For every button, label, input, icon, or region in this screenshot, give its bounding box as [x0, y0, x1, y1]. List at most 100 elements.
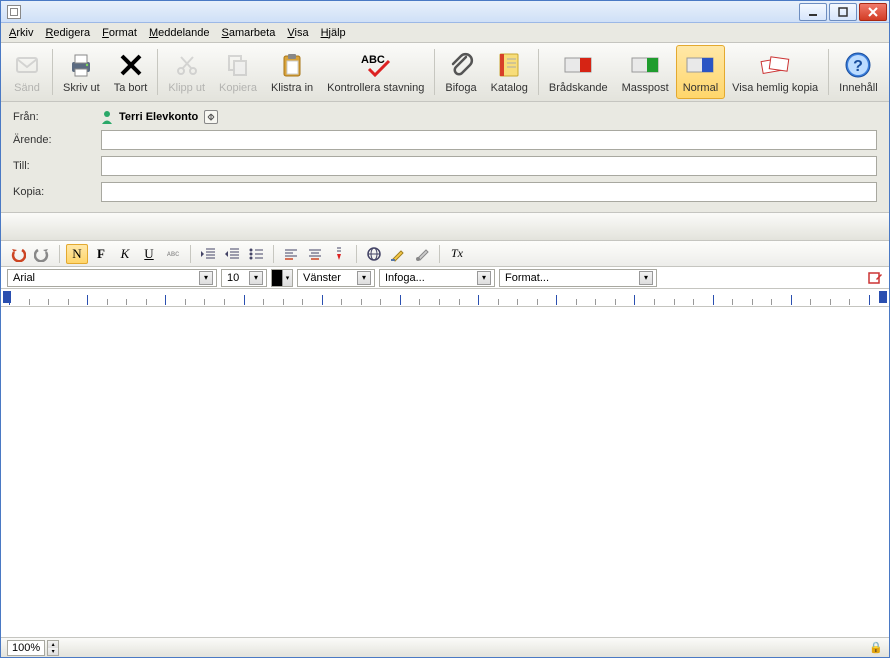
print-button[interactable]: Skriv ut: [56, 45, 107, 99]
send-label: Sänd: [14, 82, 40, 94]
urgent-flag-icon: [563, 50, 593, 80]
cut-label: Klipp ut: [168, 82, 205, 94]
delete-button[interactable]: Ta bort: [107, 45, 155, 99]
dropdown-arrow-icon: ▾: [357, 271, 371, 285]
menu-redigera[interactable]: Redigera: [45, 27, 90, 39]
redo-button[interactable]: [31, 244, 53, 264]
subject-label: Ärende:: [13, 134, 101, 146]
align-left-button[interactable]: [280, 244, 302, 264]
expand-from-icon[interactable]: [204, 110, 218, 124]
zoom-down-icon[interactable]: ▾: [48, 648, 58, 655]
dropdown-arrow-icon: ▾: [477, 271, 491, 285]
dropdown-arrow-icon: ▾: [199, 271, 213, 285]
send-button: Sänd: [5, 45, 49, 99]
copy-icon: [223, 50, 253, 80]
menu-samarbeta[interactable]: Samarbeta: [222, 27, 276, 39]
delete-icon: [116, 50, 146, 80]
clipboard-icon: [277, 50, 307, 80]
svg-text:ABC: ABC: [361, 54, 385, 66]
ruler-right-marker-icon[interactable]: [879, 291, 887, 303]
dropdown-arrow-icon: ▾: [639, 271, 653, 285]
help-button[interactable]: ? Innehåll: [832, 45, 885, 99]
copy-button: Kopiera: [212, 45, 264, 99]
spellcheck-icon: ABC: [361, 50, 391, 80]
underline-button[interactable]: U: [138, 244, 160, 264]
catalog-button[interactable]: Katalog: [484, 45, 535, 99]
brush-button[interactable]: [411, 244, 433, 264]
menu-meddelande[interactable]: Meddelande: [149, 27, 210, 39]
dropdown-arrow-icon: ▾: [249, 271, 263, 285]
paste-button[interactable]: Klistra in: [264, 45, 320, 99]
spellcheck-button[interactable]: ABC Kontrollera stavning: [320, 45, 431, 99]
cut-button: Klipp ut: [161, 45, 212, 99]
menu-arkiv[interactable]: AArkivrkiv: [9, 27, 33, 39]
normal-button[interactable]: Normal: [676, 45, 725, 99]
signature-button[interactable]: Tx: [446, 244, 468, 264]
insert-combo[interactable]: Infoga... ▾: [379, 269, 495, 287]
titlebar: [1, 1, 889, 23]
paperclip-icon: [446, 50, 476, 80]
outdent-button[interactable]: [221, 244, 243, 264]
spellcheck-label: Kontrollera stavning: [327, 82, 424, 94]
bcc-button[interactable]: Visa hemlig kopia: [725, 45, 825, 99]
menu-visa[interactable]: Visa: [287, 27, 308, 39]
close-button[interactable]: [859, 3, 887, 21]
normal-style-button[interactable]: N: [66, 244, 88, 264]
delete-label: Ta bort: [114, 82, 148, 94]
print-label: Skriv ut: [63, 82, 100, 94]
menu-format[interactable]: Format: [102, 27, 137, 39]
zoom-value[interactable]: 100%: [7, 640, 45, 656]
from-label: Från:: [13, 111, 101, 123]
header-fields: Från: Terri Elevkonto Ärende: Till: Kopi…: [1, 102, 889, 213]
bullets-button[interactable]: [245, 244, 267, 264]
format-combo[interactable]: Format... ▾: [499, 269, 657, 287]
font-color-picker[interactable]: ▾: [271, 269, 293, 287]
maximize-button[interactable]: [829, 3, 857, 21]
paste-label: Klistra in: [271, 82, 313, 94]
urgent-button[interactable]: Brådskande: [542, 45, 615, 99]
normal-flag-icon: [685, 50, 715, 80]
person-icon: [101, 110, 113, 124]
highlight-button[interactable]: [387, 244, 409, 264]
smallcaps-button[interactable]: ᴀʙᴄ: [162, 244, 184, 264]
undo-button[interactable]: [7, 244, 29, 264]
message-body-editor[interactable]: [1, 307, 889, 637]
zoom-spinner[interactable]: ▴ ▾: [47, 640, 59, 656]
help-icon: ?: [843, 50, 873, 80]
to-input[interactable]: [101, 156, 877, 176]
format-toolbar: N F K U ᴀʙᴄ Tx: [1, 241, 889, 267]
align-combo[interactable]: Vänster ▾: [297, 269, 375, 287]
cc-input[interactable]: [101, 182, 877, 202]
spacer-bar: [1, 213, 889, 241]
attach-button[interactable]: Bifoga: [438, 45, 483, 99]
menubar: AArkivrkiv Redigera Format Meddelande Sa…: [1, 23, 889, 43]
align-center-button[interactable]: [304, 244, 326, 264]
statusbar: 100% ▴ ▾ 🔒: [1, 637, 889, 657]
zoom-up-icon[interactable]: ▴: [48, 641, 58, 648]
cc-label: Kopia:: [13, 186, 101, 198]
font-size-combo[interactable]: 10 ▾: [221, 269, 267, 287]
minimize-button[interactable]: [799, 3, 827, 21]
massmail-flag-icon: [630, 50, 660, 80]
edit-pencil-icon[interactable]: [867, 270, 883, 286]
font-family-combo[interactable]: Arial ▾: [7, 269, 217, 287]
subject-input[interactable]: [101, 130, 877, 150]
compose-window: AArkivrkiv Redigera Format Meddelande Sa…: [0, 0, 890, 658]
massmail-button[interactable]: Masspost: [615, 45, 676, 99]
urgent-label: Brådskande: [549, 82, 608, 94]
lock-icon: 🔒: [869, 641, 883, 654]
italic-button[interactable]: K: [114, 244, 136, 264]
font-row: Arial ▾ 10 ▾ ▾ Vänster ▾ Infoga... ▾ For…: [1, 267, 889, 289]
massmail-label: Masspost: [622, 82, 669, 94]
printer-icon: [66, 50, 96, 80]
normal-label: Normal: [683, 82, 718, 94]
ruler[interactable]: [1, 289, 889, 307]
catalog-label: Katalog: [491, 82, 528, 94]
bold-button[interactable]: F: [90, 244, 112, 264]
send-icon: [12, 50, 42, 80]
link-button[interactable]: [363, 244, 385, 264]
main-toolbar: Sänd Skriv ut Ta bort Klipp ut Kop: [1, 43, 889, 102]
menu-hjalp[interactable]: Hjälp: [321, 27, 346, 39]
text-color-button[interactable]: [328, 244, 350, 264]
indent-button[interactable]: [197, 244, 219, 264]
